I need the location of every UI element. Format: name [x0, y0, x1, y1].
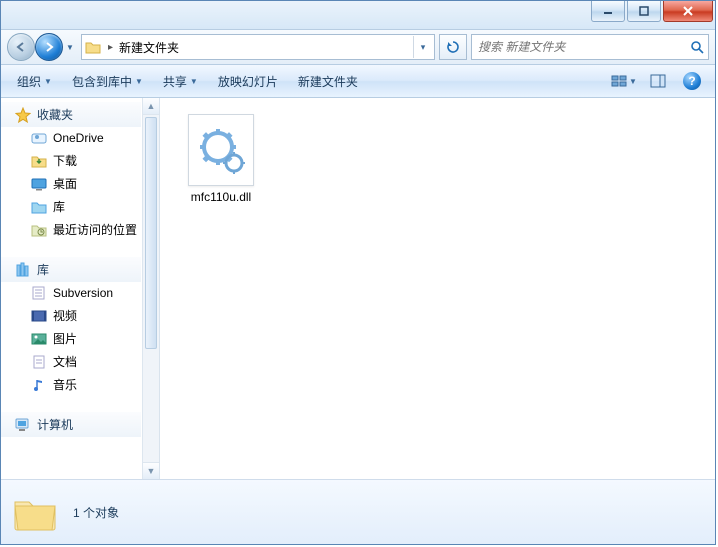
- include-in-library-menu[interactable]: 包含到库中 ▼: [64, 69, 151, 94]
- sidebar-item-music[interactable]: 音乐: [1, 373, 141, 396]
- slideshow-label: 放映幻灯片: [218, 73, 278, 90]
- computer-group[interactable]: 计算机: [1, 412, 141, 437]
- preview-pane-button[interactable]: [643, 70, 673, 92]
- help-button[interactable]: ?: [677, 70, 707, 92]
- chevron-right-icon: ▸: [106, 42, 115, 53]
- sidebar-item-videos[interactable]: 视频: [1, 304, 141, 327]
- sidebar-item-label: 文档: [53, 353, 77, 370]
- forward-button[interactable]: [35, 33, 63, 61]
- chevron-down-icon: ▼: [190, 77, 198, 86]
- star-icon: [15, 107, 31, 123]
- back-button[interactable]: [7, 33, 35, 61]
- favorites-label: 收藏夹: [37, 106, 73, 123]
- folder-icon: [84, 39, 102, 55]
- scroll-up-button[interactable]: ▲: [143, 98, 159, 115]
- desktop-icon: [31, 176, 47, 192]
- sidebar-item-label: 桌面: [53, 175, 77, 192]
- minimize-button[interactable]: [591, 1, 625, 22]
- search-box[interactable]: [471, 34, 709, 60]
- address-dropdown[interactable]: ▾: [413, 36, 432, 58]
- sidebar-item-label: 视频: [53, 307, 77, 324]
- body: 收藏夹 OneDrive 下载 桌面 库: [1, 98, 715, 479]
- status-bar: 1 个对象: [1, 479, 715, 544]
- file-name: mfc110u.dll: [191, 190, 251, 204]
- search-input[interactable]: [476, 39, 690, 55]
- download-icon: [31, 153, 47, 169]
- titlebar: [1, 1, 715, 30]
- computer-label: 计算机: [37, 416, 73, 433]
- new-folder-label: 新建文件夹: [298, 73, 358, 90]
- favorites-group[interactable]: 收藏夹: [1, 102, 141, 127]
- file-list[interactable]: mfc110u.dll: [160, 98, 715, 479]
- help-icon: ?: [683, 72, 701, 90]
- chevron-down-icon: ▼: [629, 77, 637, 86]
- scroll-down-button[interactable]: ▼: [143, 462, 159, 479]
- close-button[interactable]: [663, 1, 713, 22]
- sidebar-item-label: 音乐: [53, 376, 77, 393]
- libraries-icon: [15, 262, 31, 278]
- organize-menu[interactable]: 组织 ▼: [9, 69, 60, 94]
- sidebar-item-onedrive[interactable]: OneDrive: [1, 127, 141, 149]
- sidebar-item-downloads[interactable]: 下载: [1, 149, 141, 172]
- computer-icon: [15, 417, 31, 433]
- search-icon: [690, 40, 704, 54]
- folder-thumb-icon: [11, 491, 59, 533]
- libraries-label: 库: [37, 261, 49, 278]
- scroll-thumb[interactable]: [145, 117, 157, 349]
- sidebar-item-subversion[interactable]: Subversion: [1, 282, 141, 304]
- pictures-icon: [31, 331, 47, 347]
- window-controls: [589, 1, 713, 22]
- view-mode-button[interactable]: ▼: [609, 70, 639, 92]
- sidebar-item-label: 图片: [53, 330, 77, 347]
- libraries-group[interactable]: 库: [1, 257, 141, 282]
- svn-icon: [31, 285, 47, 301]
- sidebar-item-label: 库: [53, 198, 65, 215]
- history-dropdown[interactable]: ▼: [63, 34, 77, 60]
- library-icon: [31, 199, 47, 215]
- documents-icon: [31, 354, 47, 370]
- new-folder-button[interactable]: 新建文件夹: [290, 69, 366, 94]
- file-item[interactable]: mfc110u.dll: [172, 110, 270, 208]
- share-label: 共享: [163, 73, 187, 90]
- address-bar[interactable]: ▸ 新建文件夹 ▾: [81, 34, 435, 60]
- dll-icon: [188, 114, 254, 186]
- sidebar-scrollbar[interactable]: ▲ ▼: [142, 98, 159, 479]
- sidebar-item-desktop[interactable]: 桌面: [1, 172, 141, 195]
- sidebar-item-label: 最近访问的位置: [53, 221, 137, 238]
- share-menu[interactable]: 共享 ▼: [155, 69, 206, 94]
- sidebar-item-label: 下载: [53, 152, 77, 169]
- preview-pane-icon: [650, 74, 666, 88]
- organize-label: 组织: [17, 73, 41, 90]
- navbar: ▼ ▸ 新建文件夹 ▾: [1, 30, 715, 65]
- slideshow-button[interactable]: 放映幻灯片: [210, 69, 286, 94]
- include-label: 包含到库中: [72, 73, 132, 90]
- music-icon: [31, 377, 47, 393]
- breadcrumb-current[interactable]: 新建文件夹: [119, 39, 179, 56]
- onedrive-icon: [31, 130, 47, 146]
- chevron-down-icon: ▼: [44, 77, 52, 86]
- view-icon: [611, 74, 627, 88]
- sidebar-item-label: Subversion: [53, 286, 113, 300]
- refresh-button[interactable]: [439, 34, 467, 60]
- sidebar-item-recent[interactable]: 最近访问的位置: [1, 218, 141, 241]
- recent-icon: [31, 222, 47, 238]
- chevron-down-icon: ▼: [135, 77, 143, 86]
- navigation-pane: 收藏夹 OneDrive 下载 桌面 库: [1, 98, 160, 479]
- maximize-button[interactable]: [627, 1, 661, 22]
- sidebar-item-label: OneDrive: [53, 131, 104, 145]
- tree: 收藏夹 OneDrive 下载 桌面 库: [1, 102, 159, 437]
- sidebar-item-pictures[interactable]: 图片: [1, 327, 141, 350]
- video-icon: [31, 308, 47, 324]
- explorer-window: ▼ ▸ 新建文件夹 ▾ 组织 ▼ 包含到库中 ▼: [0, 0, 716, 545]
- status-count: 1 个对象: [73, 504, 119, 521]
- scroll-track[interactable]: [143, 115, 159, 462]
- toolbar: 组织 ▼ 包含到库中 ▼ 共享 ▼ 放映幻灯片 新建文件夹 ▼: [1, 65, 715, 98]
- sidebar-item-library-shortcut[interactable]: 库: [1, 195, 141, 218]
- sidebar-item-documents[interactable]: 文档: [1, 350, 141, 373]
- nav-buttons: ▼: [7, 33, 77, 61]
